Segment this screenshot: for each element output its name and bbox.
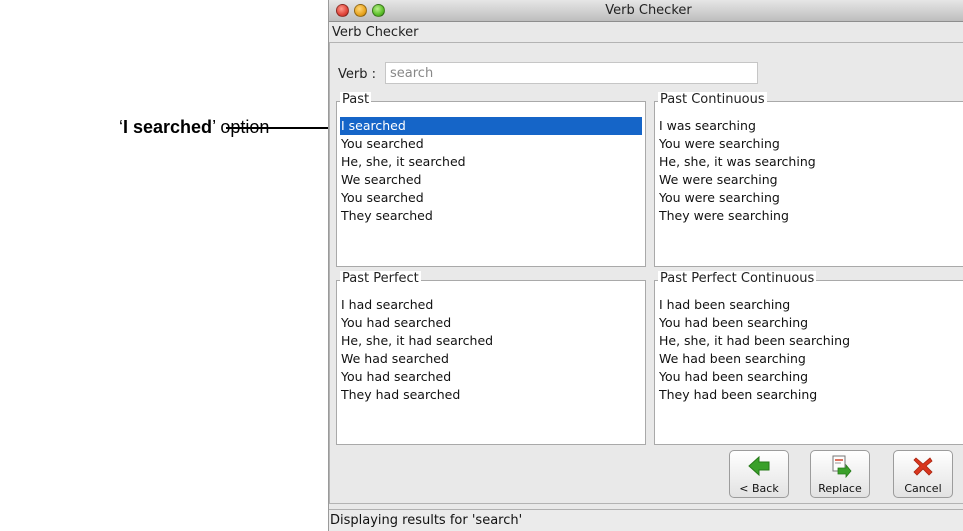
list-item[interactable]: You searched <box>340 135 642 153</box>
list-item[interactable]: I had been searching <box>658 296 963 314</box>
past-continuous-list: I was searching You were searching He, s… <box>658 117 963 225</box>
list-item[interactable]: We had been searching <box>658 350 963 368</box>
list-item[interactable]: He, she, it had searched <box>340 332 642 350</box>
list-item[interactable]: He, she, it was searching <box>658 153 963 171</box>
past-perfect-panel: Past Perfect I had searched You had sear… <box>336 271 646 445</box>
status-text: Displaying results for 'search' <box>330 513 523 528</box>
cancel-button-label: Cancel <box>904 482 942 495</box>
list-item[interactable]: You had searched <box>340 368 642 386</box>
past-perfect-continuous-list: I had been searching You had been search… <box>658 296 963 404</box>
list-item[interactable]: I was searching <box>658 117 963 135</box>
back-button-label: < Back <box>739 482 779 495</box>
list-item[interactable]: They had searched <box>340 386 642 404</box>
callout-pointer-line <box>226 127 331 129</box>
back-button[interactable]: < Back <box>729 450 789 498</box>
list-item[interactable]: They searched <box>340 207 642 225</box>
past-panel-title: Past <box>340 92 372 107</box>
list-item[interactable]: He, she, it had been searching <box>658 332 963 350</box>
replace-icon <box>811 454 869 480</box>
cancel-button[interactable]: Cancel <box>893 450 953 498</box>
past-perfect-panel-title: Past Perfect <box>340 271 421 286</box>
past-continuous-panel: Past Continuous I was searching You were… <box>654 92 963 267</box>
list-item[interactable]: We searched <box>340 171 642 189</box>
list-item[interactable]: You searched <box>340 189 642 207</box>
left-arrow-icon <box>730 454 788 480</box>
verb-checker-window: Verb Checker Verb Checker Verb : Past I … <box>328 0 963 531</box>
past-list: I searched You searched He, she, it sear… <box>340 117 642 225</box>
list-item[interactable]: You had been searching <box>658 314 963 332</box>
past-panel: Past I searched You searched He, she, it… <box>336 92 646 267</box>
list-item[interactable]: You had been searching <box>658 368 963 386</box>
verb-input[interactable] <box>385 62 758 84</box>
replace-button-label: Replace <box>818 482 862 495</box>
window-title: Verb Checker <box>605 3 692 18</box>
group-label: Verb Checker <box>330 25 421 40</box>
callout-bold-text: I searched <box>123 117 213 137</box>
status-bar: Displaying results for 'search' <box>329 509 963 531</box>
past-perfect-continuous-panel-title: Past Perfect Continuous <box>658 271 817 286</box>
list-item[interactable]: They had been searching <box>658 386 963 404</box>
list-item[interactable]: We had searched <box>340 350 642 368</box>
title-bar[interactable]: Verb Checker <box>329 0 963 22</box>
list-item[interactable]: You had searched <box>340 314 642 332</box>
replace-button[interactable]: Replace <box>810 450 870 498</box>
list-item[interactable]: I had searched <box>340 296 642 314</box>
past-perfect-continuous-panel: Past Perfect Continuous I had been searc… <box>654 271 963 445</box>
list-item[interactable]: You were searching <box>658 135 963 153</box>
past-perfect-list: I had searched You had searched He, she,… <box>340 296 642 404</box>
cancel-x-icon <box>894 454 952 480</box>
list-item[interactable]: You were searching <box>658 189 963 207</box>
list-item[interactable]: We were searching <box>658 171 963 189</box>
list-item[interactable]: I searched <box>340 117 642 135</box>
list-item[interactable]: They were searching <box>658 207 963 225</box>
list-item[interactable]: He, she, it searched <box>340 153 642 171</box>
past-continuous-panel-title: Past Continuous <box>658 92 767 107</box>
verb-label: Verb : <box>338 67 376 82</box>
